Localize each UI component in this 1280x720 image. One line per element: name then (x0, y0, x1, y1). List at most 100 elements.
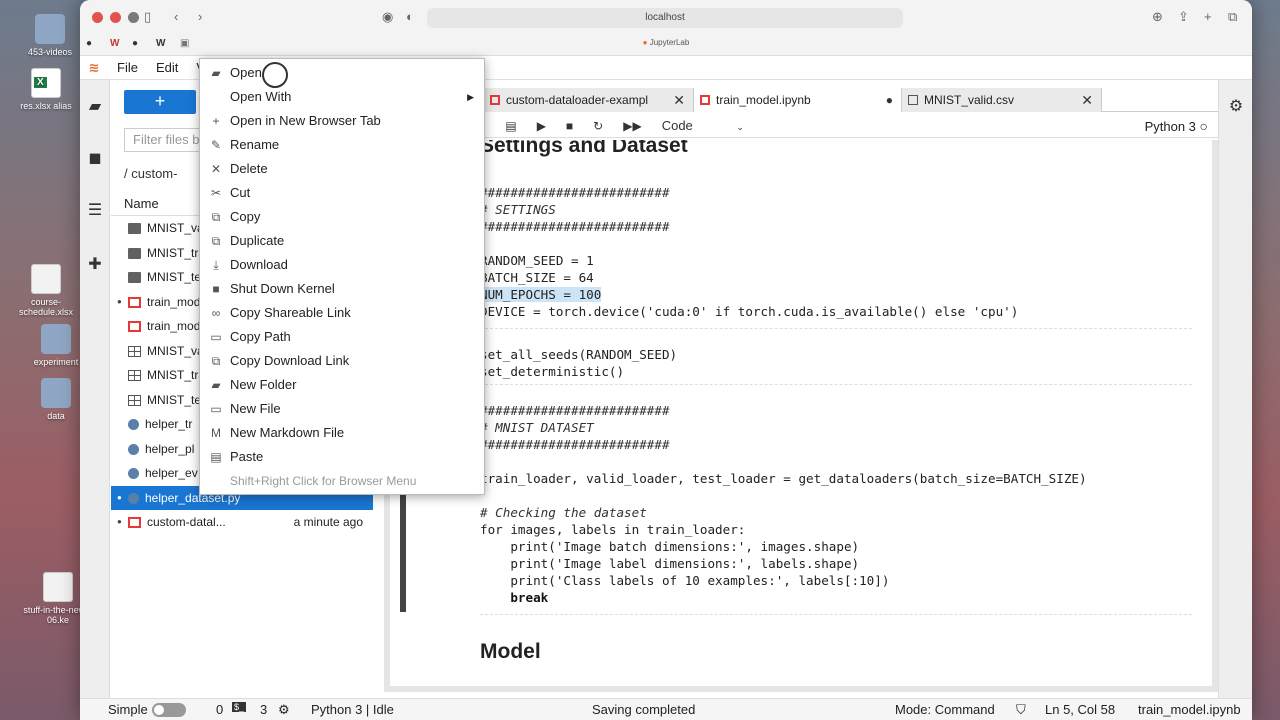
link-icon: ∞ (211, 306, 221, 320)
context-menu-item-rename[interactable]: ✎ Rename (200, 133, 484, 157)
tab-mnist-valid-csv[interactable]: MNIST_valid.csv ✕ (902, 88, 1102, 112)
desktop-item-res-xlsx[interactable]: res.xlsx alias (10, 68, 82, 111)
url-bar[interactable]: localhost (427, 8, 903, 28)
context-menu-item-copy-shareable-link[interactable]: ∞ Copy Shareable Link (200, 301, 484, 325)
extensions-icon[interactable]: ✚ (86, 256, 104, 274)
back-icon[interactable]: ‹ (174, 9, 178, 24)
run-icon[interactable]: ▶ (537, 119, 546, 133)
notebook-mode: Mode: Command (895, 702, 995, 717)
cursor-position[interactable]: Ln 5, Col 58 (1045, 702, 1115, 717)
restart-icon[interactable]: ↻ (593, 119, 603, 133)
context-menu-item-copy-path[interactable]: ▭ Copy Path (200, 325, 484, 349)
notebook-content: Settings and Dataset ###################… (384, 140, 1218, 692)
notebook-toolbar: ▢ ▤ ▶ ■ ↻ ▶▶ Code ⌄ Python 3 ○ (374, 114, 1218, 138)
code-cell-dataset[interactable]: ######################### # MNIST DATASE… (480, 402, 1087, 606)
tab-train-model[interactable]: train_model.ipynb ● (694, 88, 902, 112)
context-menu-label: Shut Down Kernel (230, 281, 335, 296)
context-menu-label: Open in New Browser Tab (230, 113, 381, 128)
menu-edit[interactable]: Edit (147, 60, 187, 75)
table-of-contents-icon[interactable]: ☰ (86, 202, 104, 220)
trusted-icon[interactable]: ⛉ (1016, 702, 1026, 718)
sidebar-toggle-icon[interactable]: ▯ (144, 9, 151, 25)
folder-icon[interactable]: ▰ (86, 98, 104, 116)
breadcrumb[interactable]: / custom- (124, 166, 177, 181)
minimize-window-button[interactable] (110, 12, 121, 23)
python-file-icon (128, 419, 139, 431)
gear-icon[interactable]: ⚙ (1227, 98, 1245, 116)
tab-overview-icon[interactable]: ⧉ (1228, 9, 1237, 25)
markdown-icon: M (211, 426, 221, 440)
folder-icon (128, 223, 141, 235)
context-menu-item-new-markdown-file[interactable]: M New Markdown File (200, 421, 484, 445)
close-icon[interactable]: ✕ (1081, 88, 1093, 112)
desktop-item-453-videos[interactable]: 453-videos (14, 14, 86, 57)
context-menu-label: Open (230, 65, 262, 80)
context-menu-label: New File (230, 401, 281, 416)
kernel-count[interactable]: 3 (260, 702, 267, 717)
file-name: helper_pl (145, 441, 195, 456)
code-cell-seeds[interactable]: set_all_seeds(RANDOM_SEED) set_determini… (480, 346, 677, 380)
terminal-count[interactable]: 0 (216, 702, 223, 717)
context-menu-label: Paste (230, 449, 264, 464)
kernel-name[interactable]: Python 3 ○ (1145, 118, 1208, 134)
close-window-button[interactable] (92, 12, 103, 23)
chevron-down-icon: ⌄ (736, 122, 744, 132)
jupyter-logo-icon: ≋ (88, 59, 100, 75)
unsaved-indicator-icon[interactable]: ● (886, 88, 893, 112)
context-menu-item-copy[interactable]: ⧉ Copy (200, 205, 484, 229)
context-menu-item-download[interactable]: ⤓ Download (200, 253, 484, 277)
tab-custom-dataloader[interactable]: custom-dataloader-exampl ✕ (484, 88, 694, 112)
context-menu-label: Open With (230, 89, 292, 104)
file-name: helper_ev (145, 466, 198, 480)
simple-mode-toggle[interactable] (152, 703, 186, 717)
download-icon[interactable]: ⊕ (1152, 9, 1163, 25)
close-icon[interactable]: ✕ (673, 88, 685, 112)
run-all-icon[interactable]: ▶▶ (623, 119, 641, 133)
context-menu-item-copy-download-link[interactable]: ⧉ Copy Download Link (200, 349, 484, 373)
file-row[interactable]: ● custom-datal... a minute ago (111, 510, 373, 534)
context-menu-item-paste[interactable]: ▤ Paste (200, 445, 484, 469)
desktop-item-course-schedule[interactable]: course-schedule.xlsx (10, 264, 82, 317)
context-menu-item-new-file[interactable]: ▭ New File (200, 397, 484, 421)
context-menu-item-open-with[interactable]: Open With ▶ (200, 85, 484, 109)
new-tab-icon[interactable]: + (1204, 9, 1212, 24)
context-menu-item-duplicate[interactable]: ⧉ Duplicate (200, 229, 484, 253)
shield-icon[interactable]: ◐ (406, 9, 414, 24)
stop-icon[interactable]: ■ (566, 119, 573, 133)
running-kernels-icon[interactable]: ◼ (86, 150, 104, 168)
copy-icon: ⧉ (211, 354, 221, 368)
forward-icon[interactable]: › (198, 9, 202, 24)
context-menu-item-shut-down-kernel[interactable]: ■ Shut Down Kernel (200, 277, 484, 301)
kernel-status[interactable]: Python 3 | Idle (311, 702, 394, 717)
context-menu-item-open[interactable]: ▰ Open (200, 61, 484, 85)
section-heading-settings[interactable]: Settings and Dataset (480, 140, 688, 158)
context-menu-item-delete[interactable]: ✕ Delete (200, 157, 484, 181)
page-tab-title: ● JupyterLab (642, 38, 690, 47)
menu-file[interactable]: File (108, 60, 147, 75)
kernel-status-icon: ○ (1199, 118, 1208, 134)
right-sidebar-rail: ⚙ (1218, 80, 1252, 698)
context-menu-item-open-in-new-browser-tab[interactable]: + Open in New Browser Tab (200, 109, 484, 133)
context-menu-label: Delete (230, 161, 268, 176)
context-menu-item-cut[interactable]: ✂ Cut (200, 181, 484, 205)
file-modified: a minute ago (293, 515, 363, 529)
simple-mode-label: Simple (108, 702, 148, 717)
file-name: MNIST_va (147, 343, 204, 358)
document-tabs: ✕ custom-dataloader-exampl ✕ train_model… (374, 88, 1218, 112)
file-name: MNIST_tes (147, 392, 208, 407)
section-heading-model[interactable]: Model (480, 640, 541, 664)
privacy-icon[interactable]: ◉ (382, 9, 393, 25)
file-icon: ▭ (210, 402, 222, 416)
cell-type-select[interactable]: Code ⌄ (662, 118, 744, 133)
running-indicator-icon: ● (117, 296, 122, 306)
context-menu-label: Copy Shareable Link (230, 305, 351, 320)
new-launcher-button[interactable]: + (124, 90, 196, 114)
share-icon[interactable]: ⇪ (1178, 9, 1189, 25)
context-menu-label: Copy Download Link (230, 353, 350, 368)
zoom-window-button[interactable] (128, 12, 139, 23)
context-menu-item-new-folder[interactable]: ▰ New Folder (200, 373, 484, 397)
csv-icon (128, 345, 141, 357)
code-cell-settings[interactable]: ######################### # SETTINGS ###… (480, 184, 1018, 320)
context-menu-label: Copy (230, 209, 261, 224)
paste-icon[interactable]: ▤ (505, 119, 516, 133)
